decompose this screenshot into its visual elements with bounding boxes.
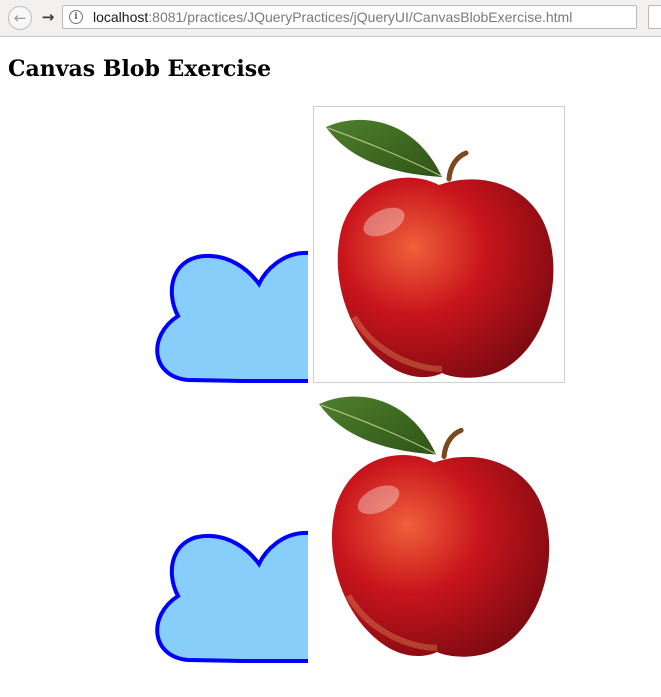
address-bar[interactable]: i localhost:8081/practices/JQueryPractic… — [62, 5, 637, 29]
url-text[interactable]: localhost:8081/practices/JQueryPractices… — [93, 9, 572, 25]
back-button[interactable]: ← — [8, 6, 32, 30]
cloud-canvas-1 — [143, 104, 313, 384]
info-icon[interactable]: i — [69, 10, 83, 24]
url-path: :8081/practices/JQueryPractices/jQueryUI… — [148, 9, 573, 25]
toolbar-edge-control[interactable] — [648, 5, 661, 29]
cloud-canvas-2 — [143, 384, 313, 664]
cloud-blob-shape-1 — [155, 250, 308, 383]
arrow-left-icon: ← — [13, 9, 27, 27]
apple-image-1 — [313, 106, 565, 383]
page-title: Canvas Blob Exercise — [8, 56, 272, 82]
arrow-right-icon: → — [41, 8, 55, 26]
url-host: localhost — [93, 9, 149, 25]
browser-toolbar: ← → i localhost:8081/practices/JQueryPra… — [0, 0, 661, 37]
cloud-blob-shape-2 — [155, 530, 308, 663]
forward-button[interactable]: → — [37, 6, 59, 28]
apple-image-2 — [313, 388, 565, 665]
